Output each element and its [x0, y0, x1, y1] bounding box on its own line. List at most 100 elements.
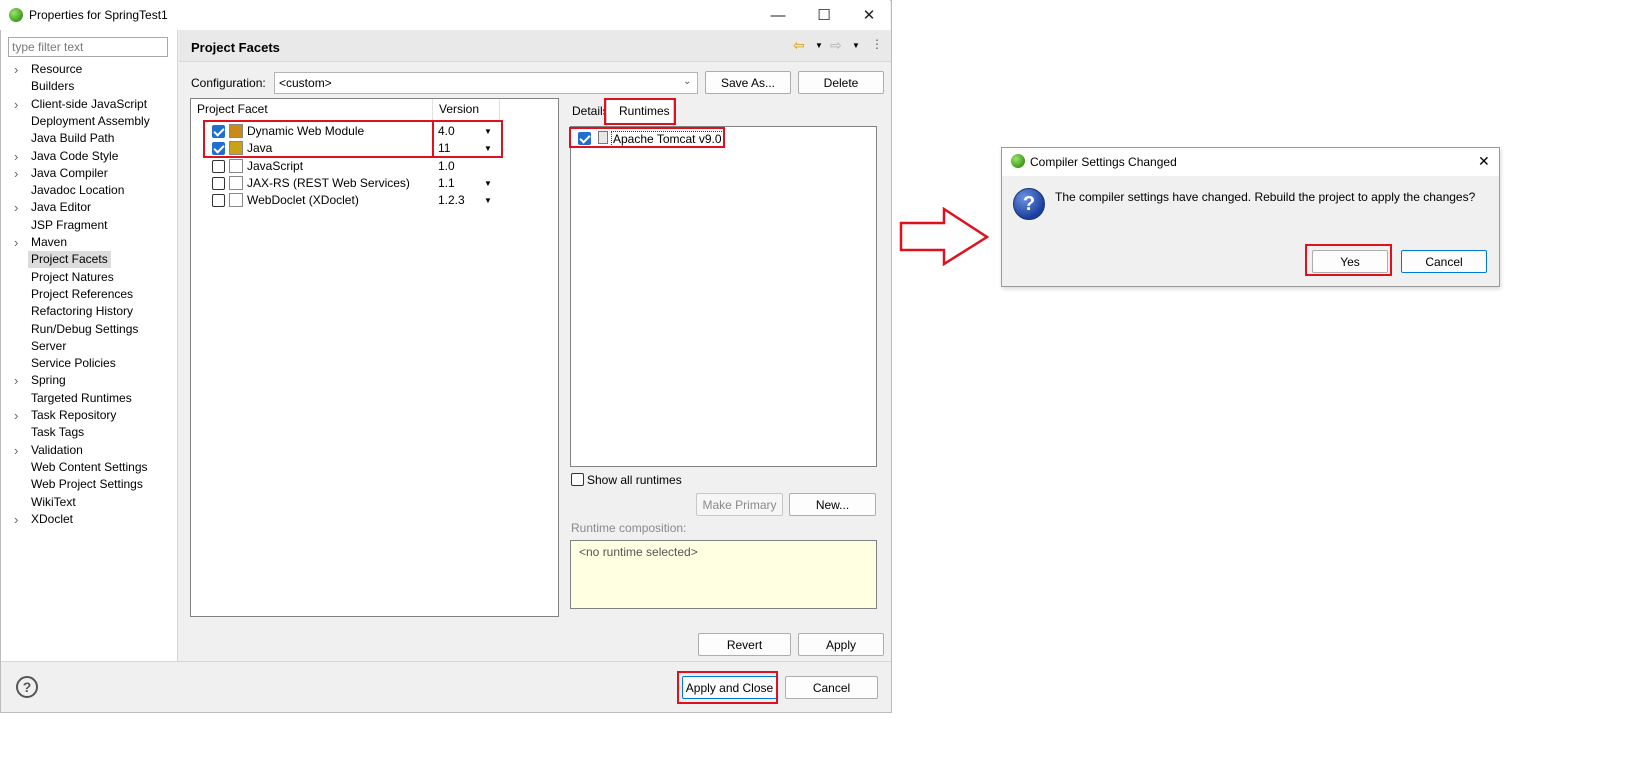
sidebar-item[interactable]: WikiText — [1, 494, 177, 511]
sidebar-item[interactable]: Builders — [1, 78, 177, 95]
sidebar-item-label: Validation — [31, 442, 83, 457]
sidebar-item[interactable]: Web Project Settings — [1, 476, 177, 493]
version-dropdown-icon[interactable]: ▼ — [484, 140, 492, 157]
facet-checkbox[interactable] — [212, 159, 225, 173]
sidebar-item-label: Run/Debug Settings — [31, 321, 139, 336]
facet-row[interactable]: WebDoclet (XDoclet) 1.2.3 ▼ — [191, 192, 558, 209]
sidebar-item-label: JSP Fragment — [31, 217, 108, 232]
minimize-button[interactable]: — — [756, 0, 800, 30]
sidebar-item[interactable]: › Java Code Style — [1, 148, 177, 165]
chevron-right-icon[interactable]: › — [14, 407, 24, 424]
facet-row[interactable]: JAX-RS (REST Web Services) 1.1 ▼ — [191, 175, 558, 192]
revert-button[interactable]: Revert — [698, 633, 791, 656]
sidebar-item[interactable]: › Java Compiler — [1, 165, 177, 182]
dialog-close-button[interactable]: ✕ — [1478, 153, 1490, 170]
sidebar-item[interactable]: Javadoc Location — [1, 182, 177, 199]
delete-button[interactable]: Delete — [798, 71, 884, 94]
apply-and-close-button[interactable]: Apply and Close — [682, 676, 777, 699]
tab-details[interactable]: Details — [572, 104, 609, 118]
sidebar-item[interactable]: › Java Editor — [1, 199, 177, 216]
spring-logo-icon — [9, 8, 23, 22]
tab-runtimes[interactable]: Runtimes — [606, 99, 674, 126]
sidebar-item-label: Refactoring History — [31, 304, 134, 319]
facet-name: JAX-RS (REST Web Services) — [247, 175, 410, 190]
facet-checkbox[interactable] — [212, 142, 225, 156]
sidebar-item-label: Client-side JavaScript — [31, 96, 148, 111]
sidebar-item[interactable]: Server — [1, 338, 177, 355]
sidebar-item[interactable]: Project Facets — [1, 251, 177, 269]
sidebar-item[interactable]: Java Build Path — [1, 130, 177, 147]
maximize-button[interactable]: ☐ — [802, 0, 846, 30]
back-arrow-icon[interactable]: ⇦ — [793, 37, 805, 54]
chevron-right-icon[interactable]: › — [14, 442, 24, 459]
sidebar-item[interactable]: Refactoring History — [1, 303, 177, 320]
facet-checkbox[interactable] — [212, 125, 225, 138]
sidebar-item[interactable]: Web Content Settings — [1, 459, 177, 476]
facet-version[interactable]: 1.2.3 — [438, 192, 465, 209]
chevron-right-icon[interactable]: › — [14, 96, 24, 113]
sidebar-item[interactable]: Project References — [1, 286, 177, 303]
facet-checkbox[interactable] — [212, 194, 225, 208]
runtime-item[interactable]: Apache Tomcat v9.0 — [571, 129, 876, 147]
apply-button[interactable]: Apply — [798, 633, 884, 656]
sidebar-item[interactable]: Project Natures — [1, 269, 177, 286]
compiler-settings-dialog: Compiler Settings Changed ✕ ? The compil… — [1001, 147, 1500, 287]
document-icon — [229, 158, 243, 173]
help-icon[interactable]: ? — [16, 676, 38, 698]
forward-dropdown-icon[interactable]: ▼ — [852, 41, 860, 50]
forward-arrow-icon[interactable]: ⇨ — [830, 37, 842, 54]
sidebar-item[interactable]: Service Policies — [1, 355, 177, 372]
close-button[interactable]: ✕ — [847, 0, 891, 30]
sidebar-item[interactable]: › Validation — [1, 442, 177, 459]
version-dropdown-icon[interactable]: ▼ — [484, 192, 492, 209]
dialog-cancel-button[interactable]: Cancel — [1401, 250, 1487, 273]
filter-input[interactable] — [8, 37, 168, 57]
sidebar-item[interactable]: › Spring — [1, 372, 177, 389]
facet-row[interactable]: JavaScript 1.0 — [191, 158, 558, 175]
java-icon — [229, 141, 243, 156]
chevron-right-icon[interactable]: › — [14, 61, 24, 78]
sidebar-item[interactable]: JSP Fragment — [1, 217, 177, 234]
chevron-right-icon[interactable]: › — [14, 148, 24, 165]
facet-row[interactable]: Java 11 ▼ — [191, 140, 558, 157]
sidebar-item-label: Java Editor — [31, 200, 92, 215]
facet-version[interactable]: 1.1 — [438, 175, 455, 192]
sidebar-item[interactable]: › XDoclet — [1, 511, 177, 528]
sidebar-item-label: Targeted Runtimes — [31, 390, 132, 405]
sidebar-item[interactable]: › Task Repository — [1, 407, 177, 424]
sidebar: › Resource Builders › Client-side JavaScript… — [1, 30, 178, 661]
show-all-checkbox[interactable] — [571, 473, 584, 486]
chevron-right-icon[interactable]: › — [14, 511, 24, 528]
facet-checkbox[interactable] — [212, 176, 225, 190]
sidebar-item[interactable]: › Resource — [1, 61, 177, 78]
version-dropdown-icon[interactable]: ▼ — [484, 175, 492, 192]
facet-version[interactable]: 4.0 — [438, 123, 455, 140]
chevron-right-icon[interactable]: › — [14, 165, 24, 182]
sidebar-item[interactable]: Run/Debug Settings — [1, 321, 177, 338]
sidebar-item[interactable]: › Maven — [1, 234, 177, 251]
yes-button[interactable]: Yes — [1312, 250, 1388, 273]
dialog-title-bar: Compiler Settings Changed ✕ — [1002, 148, 1499, 176]
tab-runtimes-label: Runtimes — [619, 104, 670, 118]
facet-row[interactable]: Dynamic Web Module 4.0 ▼ — [191, 123, 558, 140]
facet-version[interactable]: 11 — [438, 140, 450, 157]
chevron-right-icon[interactable]: › — [14, 234, 24, 251]
sidebar-item-label: Project Natures — [31, 269, 114, 284]
save-as-button[interactable]: Save As... — [705, 71, 791, 94]
make-primary-button[interactable]: Make Primary — [696, 493, 783, 516]
view-menu-icon[interactable]: ⋮ — [871, 37, 883, 51]
sidebar-item[interactable]: Task Tags — [1, 424, 177, 441]
chevron-right-icon[interactable]: › — [14, 199, 24, 216]
sidebar-item-label: Task Tags — [31, 425, 85, 440]
sidebar-item[interactable]: Deployment Assembly — [1, 113, 177, 130]
chevron-right-icon[interactable]: › — [14, 372, 24, 389]
sidebar-item[interactable]: › Client-side JavaScript — [1, 96, 177, 113]
right-arrow-icon — [899, 206, 990, 267]
new-runtime-button[interactable]: New... — [789, 493, 876, 516]
back-dropdown-icon[interactable]: ▼ — [815, 41, 823, 50]
sidebar-item[interactable]: Targeted Runtimes — [1, 390, 177, 407]
cancel-button[interactable]: Cancel — [785, 676, 878, 699]
runtime-checkbox[interactable] — [578, 132, 591, 145]
configuration-select[interactable]: <custom> ⌄ — [274, 72, 698, 94]
version-dropdown-icon[interactable]: ▼ — [484, 123, 492, 140]
